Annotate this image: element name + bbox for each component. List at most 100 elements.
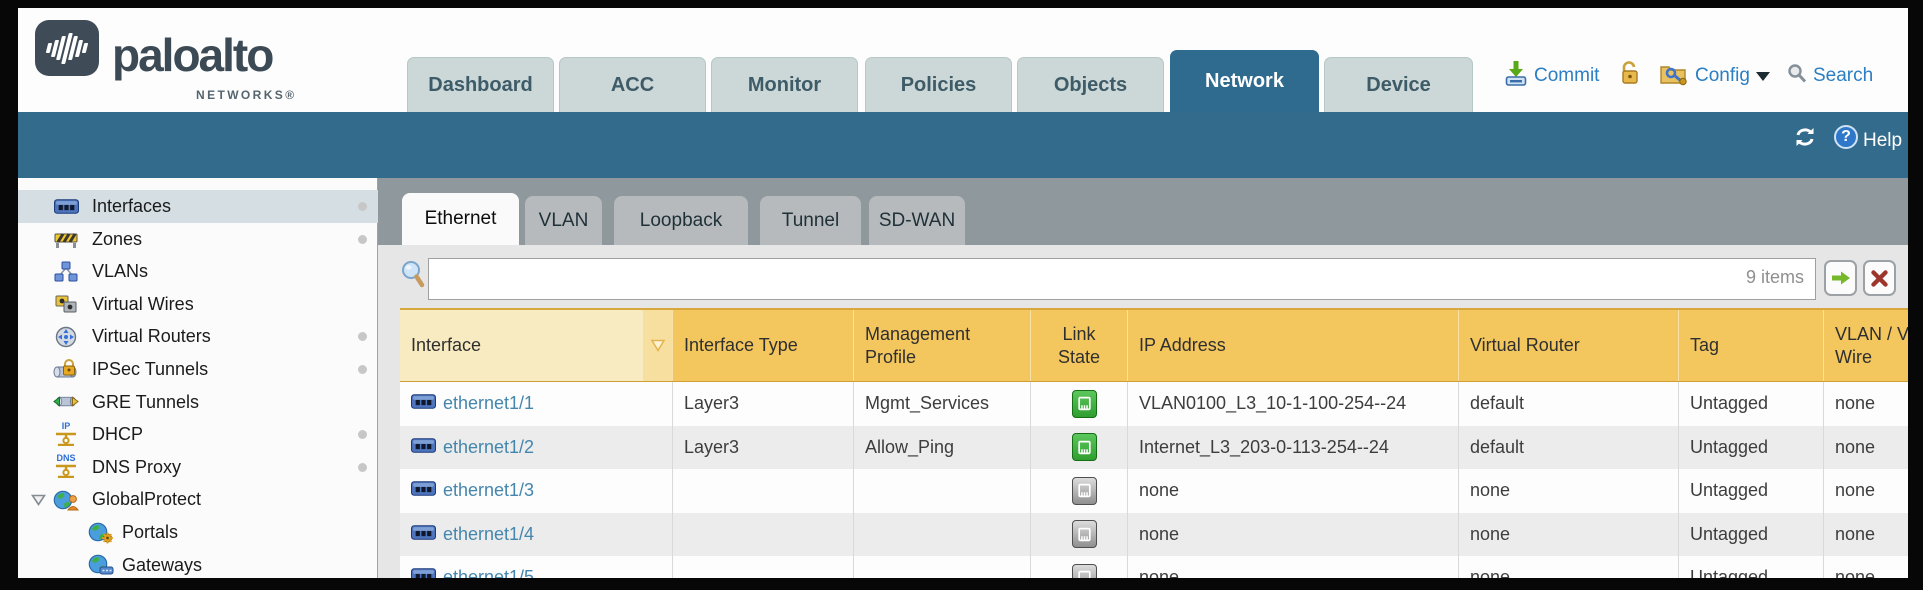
config-caret-icon [1756,72,1770,81]
search-icon [1787,63,1807,90]
column-header-vlan-wire[interactable]: VLAN / VWire [1823,310,1908,381]
sidebar-item-ipsec-tunnels[interactable]: IPSec Tunnels [18,353,378,386]
sidebar-item-vlans[interactable]: VLANs [18,255,378,288]
search-label: Search [1813,65,1873,87]
sidebar-item-zones[interactable]: Zones [18,223,378,256]
interface-link[interactable]: ethernet1/2 [443,437,534,458]
lock-button[interactable] [1619,60,1641,92]
ethernet-port-icon [411,567,436,578]
link-up-icon [1072,390,1097,418]
column-header-management-profile[interactable]: ManagementProfile [853,310,1030,381]
table-header: Interface Interface Type ManagementProfi… [400,308,1908,382]
app-frame: paloalto NETWORKS® Dashboard ACC Monitor… [18,8,1908,578]
dns-proxy-icon: DNS [53,456,79,478]
status-dot [358,463,367,472]
status-dot [358,235,367,244]
column-header-interface[interactable]: Interface [400,310,643,381]
sidebar-item-globalprotect[interactable]: GlobalProtect [18,483,378,516]
help-icon[interactable]: ? [1834,125,1858,149]
apply-filter-button[interactable] [1824,260,1857,296]
sidebar-item-virtual-wires[interactable]: Virtual Wires [18,288,378,321]
table-row[interactable]: ethernet1/2 Layer3 Allow_Ping Internet_L… [400,426,1908,470]
globalprotect-icon [53,489,79,511]
red-x-icon [1871,270,1888,287]
search-button[interactable]: Search [1787,60,1873,92]
status-dot [358,332,367,341]
table-row[interactable]: ethernet1/1 Layer3 Mgmt_Services VLAN010… [400,382,1908,426]
clear-filter-button[interactable] [1863,260,1896,296]
ethernet-port-icon [411,480,436,501]
column-header-tag[interactable]: Tag [1678,310,1823,381]
portals-icon [88,522,114,544]
sort-triangle-icon [650,339,666,352]
column-header-ip-address[interactable]: IP Address [1127,310,1458,381]
tab-loopback[interactable]: Loopback [614,196,748,245]
interfaces-icon [53,196,79,218]
config-label: Config [1695,65,1750,87]
dhcp-icon: IP [53,424,79,446]
sidebar-item-dhcp[interactable]: IP DHCP [18,418,378,451]
link-down-icon [1072,477,1097,505]
brand-wordmark: paloalto [112,28,272,82]
tab-objects[interactable]: Objects [1017,57,1164,112]
column-header-link-state[interactable]: LinkState [1030,310,1127,381]
sidebar-item-virtual-routers[interactable]: Virtual Routers [18,320,378,353]
help-label[interactable]: Help [1863,130,1902,152]
vlans-icon [53,261,79,283]
status-dot [358,430,367,439]
top-header: paloalto NETWORKS® Dashboard ACC Monitor… [18,8,1908,112]
sidebar-item-partial[interactable] [18,574,378,578]
column-header-virtual-router[interactable]: Virtual Router [1458,310,1678,381]
ethernet-port-icon [411,524,436,545]
filter-field: 9 items [428,258,1816,300]
interface-link[interactable]: ethernet1/1 [443,393,534,414]
gre-tunnels-icon [53,391,79,413]
commit-label: Commit [1534,65,1599,87]
sidebar-item-gre-tunnels[interactable]: GRE Tunnels [18,386,378,419]
config-icon [1659,60,1689,92]
column-header-interface-type[interactable]: Interface Type [672,310,853,381]
interface-link[interactable]: ethernet1/3 [443,480,534,501]
virtual-routers-icon [53,326,79,348]
tab-vlan[interactable]: VLAN [525,196,602,245]
status-dot [358,365,367,374]
green-arrow-icon [1831,270,1851,286]
tab-tunnel[interactable]: Tunnel [760,196,861,245]
filter-input[interactable] [428,258,1816,300]
tab-sdwan[interactable]: SD-WAN [869,196,965,245]
sidebar-item-dns-proxy[interactable]: DNS DNS Proxy [18,451,378,484]
status-dot [358,202,367,211]
tab-network[interactable]: Network [1170,50,1319,112]
ethernet-port-icon [411,393,436,414]
commit-icon [1504,60,1528,93]
link-up-icon [1072,433,1097,461]
interface-link[interactable]: ethernet1/5 [443,567,534,578]
sidebar-item-portals[interactable]: Portals [18,516,378,549]
commit-button[interactable]: Commit [1504,60,1599,92]
ipsec-tunnels-icon [53,359,79,381]
link-down-icon [1072,520,1097,548]
gateways-icon [88,554,114,576]
lock-icon [1619,60,1641,92]
table-row[interactable]: ethernet1/5 none none Untagged none [400,556,1908,578]
tab-dashboard[interactable]: Dashboard [407,57,554,112]
tab-monitor[interactable]: Monitor [711,57,858,112]
sidebar-item-interfaces[interactable]: Interfaces [18,190,378,223]
refresh-icon[interactable] [1792,125,1818,154]
filter-search-icon [400,260,426,295]
tab-ethernet[interactable]: Ethernet [402,193,519,245]
config-menu[interactable]: Config [1659,60,1770,92]
interface-link[interactable]: ethernet1/4 [443,524,534,545]
sort-indicator[interactable] [643,310,672,381]
tab-device[interactable]: Device [1324,57,1473,112]
virtual-wires-icon [53,293,79,315]
paloalto-logo-icon [35,20,99,76]
tab-policies[interactable]: Policies [865,57,1012,112]
tab-acc[interactable]: ACC [559,57,706,112]
link-down-icon [1072,564,1097,578]
table-row[interactable]: ethernet1/4 none none Untagged none [400,513,1908,557]
panos-window: paloalto NETWORKS® Dashboard ACC Monitor… [0,0,1923,590]
table-row[interactable]: ethernet1/3 none none Untagged none [400,469,1908,513]
expander-icon[interactable] [31,493,46,511]
secondary-band: ? Help [18,112,1908,178]
